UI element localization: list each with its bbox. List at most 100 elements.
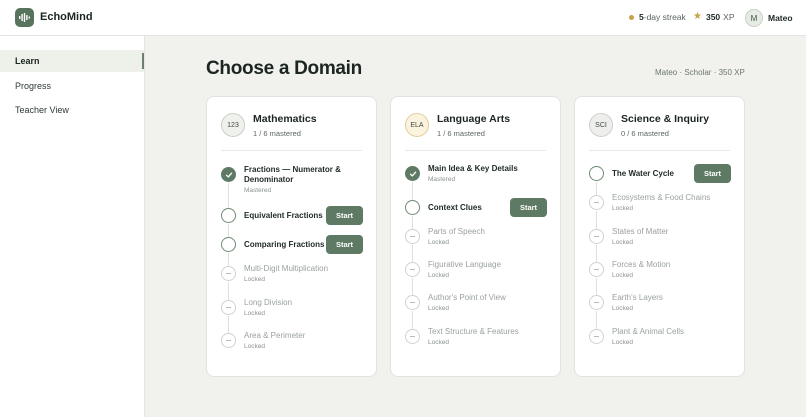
topic-name: Long Division — [244, 298, 293, 307]
open-circle-icon — [221, 208, 236, 223]
open-circle-icon — [589, 166, 604, 181]
topic-name: Earth's Layers — [612, 293, 663, 302]
topic-status: Mastered — [428, 176, 456, 183]
page-subtitle: Mateo · Scholar · 350 XP — [655, 68, 745, 77]
topic-name: Text Structure & Features — [428, 327, 519, 336]
domain-card-mathematics: 123 Mathematics 1 / 6 mastered Fractions — … — [206, 96, 377, 377]
topic-status: Locked — [612, 272, 633, 279]
check-circle-icon — [405, 166, 420, 181]
topic-name: Fractions — Numerator & Denominator — [244, 165, 341, 184]
topic-connector — [596, 277, 597, 295]
locked-circle-icon — [405, 229, 420, 244]
topic-name: Forces & Motion — [612, 260, 671, 269]
locked-circle-icon — [221, 266, 236, 281]
topic-name: Multi-Digit Multiplication — [244, 264, 329, 273]
topic-status: Mastered — [244, 187, 272, 194]
locked-circle-icon — [589, 195, 604, 210]
domain-mastered-count: 1 / 6 mastered — [253, 129, 301, 138]
start-button[interactable]: Start — [326, 235, 363, 254]
xp-indicator: ★ 350 XP — [693, 11, 735, 23]
topic-connector — [412, 244, 413, 262]
locked-circle-icon — [221, 333, 236, 348]
waveform-icon — [15, 8, 34, 27]
topic-status: Locked — [244, 276, 265, 283]
topic-name: Comparing Fractions — [244, 240, 325, 249]
start-button[interactable]: Start — [326, 206, 363, 225]
streak-indicator: 5 -day streak — [629, 12, 686, 22]
locked-circle-icon — [589, 229, 604, 244]
domain-card-science-inquiry: SCI Science & Inquiry 0 / 6 mastered The Wa… — [574, 96, 745, 377]
divider — [589, 150, 730, 151]
topic-name: Parts of Speech — [428, 227, 485, 236]
topic-status: Locked — [612, 305, 633, 312]
topic-name: Plant & Animal Cells — [612, 327, 685, 336]
topic-status: Locked — [244, 343, 265, 350]
divider — [405, 150, 546, 151]
open-circle-icon — [405, 200, 420, 215]
domain-badge: ELA — [405, 113, 429, 137]
topic-status: Locked — [612, 205, 633, 212]
page-title: Choose a Domain — [206, 58, 362, 79]
topic-name: Area & Perimeter — [244, 331, 306, 340]
topic-connector — [228, 182, 229, 208]
open-circle-icon — [221, 237, 236, 252]
topic-status: Locked — [428, 239, 449, 246]
sidebar: Learn Progress Teacher View — [0, 36, 145, 417]
topic-connector — [412, 215, 413, 229]
xp-label: XP — [723, 12, 735, 22]
sidebar-item-teacher-view[interactable]: Teacher View — [0, 99, 144, 121]
app-name: EchoMind — [40, 11, 93, 23]
topic-connector — [596, 310, 597, 329]
topic-connector — [228, 281, 229, 300]
topic-connector — [412, 181, 413, 200]
topic-connector — [596, 210, 597, 229]
start-button[interactable]: Start — [510, 198, 547, 217]
xp-count: 350 — [705, 12, 721, 22]
topic-name: Author's Point of View — [428, 293, 506, 302]
topic-name: Figurative Language — [428, 260, 501, 269]
check-circle-icon — [221, 167, 236, 182]
topic-connector — [412, 310, 413, 329]
start-button[interactable]: Start — [694, 164, 731, 183]
domain-title: Mathematics — [253, 113, 317, 125]
topic-status: Locked — [428, 339, 449, 346]
locked-circle-icon — [405, 329, 420, 344]
topic-name: Context Clues — [428, 203, 482, 212]
locked-circle-icon — [405, 262, 420, 277]
divider — [221, 150, 362, 151]
topic-status: Locked — [428, 305, 449, 312]
sidebar-item-progress[interactable]: Progress — [0, 75, 144, 97]
top-bar: EchoMind 5 -day streak ★ 350 XP M Mateo — [0, 0, 806, 36]
streak-dot-icon — [629, 14, 634, 20]
locked-circle-icon — [589, 295, 604, 310]
domain-card-language-arts: ELA Language Arts 1 / 6 mastered Main Idea … — [390, 96, 561, 377]
domain-title: Language Arts — [437, 113, 511, 125]
topic-connector — [228, 315, 229, 333]
streak-label: -day streak — [643, 12, 686, 22]
username[interactable]: Mateo — [768, 13, 793, 23]
locked-circle-icon — [589, 329, 604, 344]
domain-title: Science & Inquiry — [621, 113, 710, 125]
topic-status: Locked — [612, 339, 633, 346]
topic-connector — [228, 252, 229, 266]
topic-name: Ecosystems & Food Chains — [612, 193, 711, 202]
locked-circle-icon — [405, 295, 420, 310]
topic-connector — [596, 244, 597, 262]
star-icon: ★ — [693, 11, 702, 22]
locked-circle-icon — [221, 300, 236, 315]
locked-circle-icon — [589, 262, 604, 277]
topic-name: States of Matter — [612, 227, 669, 236]
avatar[interactable]: M — [745, 9, 763, 27]
domain-badge: 123 — [221, 113, 245, 137]
topic-name: Equivalent Fractions — [244, 211, 323, 220]
domain-mastered-count: 0 / 6 mastered — [621, 129, 669, 138]
topic-connector — [596, 181, 597, 195]
topic-status: Locked — [612, 239, 633, 246]
topic-connector — [412, 277, 413, 295]
topic-connector — [228, 223, 229, 237]
topic-name: Main Idea & Key Details — [428, 164, 518, 173]
topic-status: Locked — [244, 310, 265, 317]
sidebar-item-learn[interactable]: Learn — [0, 50, 144, 72]
topic-name: The Water Cycle — [612, 169, 674, 178]
domain-mastered-count: 1 / 6 mastered — [437, 129, 485, 138]
